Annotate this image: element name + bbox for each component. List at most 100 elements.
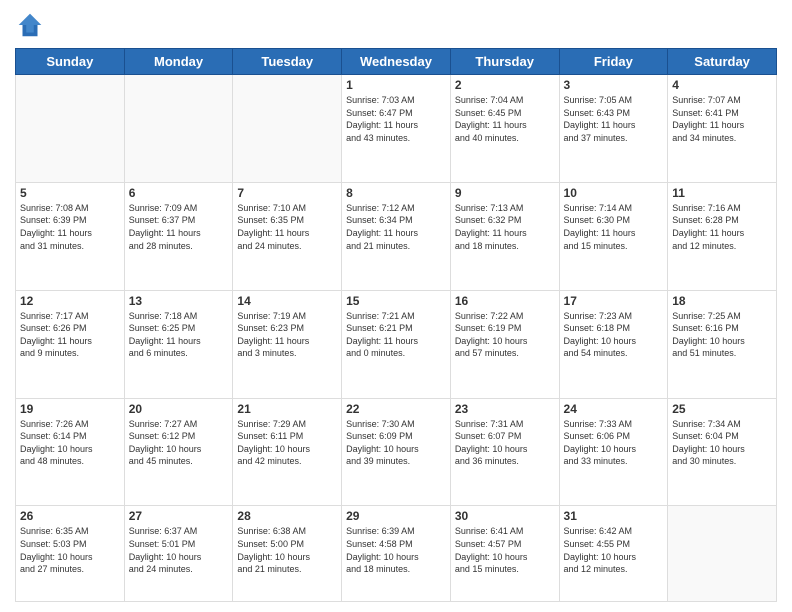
- calendar-day-4: 4 Sunrise: 7:07 AM Sunset: 6:41 PM Daylig…: [668, 75, 777, 183]
- day-info: Sunrise: 7:18 AM Sunset: 6:25 PM Dayligh…: [129, 310, 229, 360]
- calendar-header-row: SundayMondayTuesdayWednesdayThursdayFrid…: [16, 49, 777, 75]
- day-header-tuesday: Tuesday: [233, 49, 342, 75]
- day-info: Sunrise: 7:10 AM Sunset: 6:35 PM Dayligh…: [237, 202, 337, 252]
- day-info: Sunrise: 7:03 AM Sunset: 6:47 PM Dayligh…: [346, 94, 446, 144]
- day-number: 25: [672, 402, 772, 416]
- day-number: 14: [237, 294, 337, 308]
- day-header-sunday: Sunday: [16, 49, 125, 75]
- calendar-day-23: 23 Sunrise: 7:31 AM Sunset: 6:07 PM Dayli…: [450, 398, 559, 506]
- day-info: Sunrise: 6:38 AM Sunset: 5:00 PM Dayligh…: [237, 525, 337, 575]
- day-info: Sunrise: 7:12 AM Sunset: 6:34 PM Dayligh…: [346, 202, 446, 252]
- day-number: 3: [564, 78, 664, 92]
- calendar-day-28: 28 Sunrise: 6:38 AM Sunset: 5:00 PM Dayli…: [233, 506, 342, 602]
- day-info: Sunrise: 7:23 AM Sunset: 6:18 PM Dayligh…: [564, 310, 664, 360]
- calendar-day-15: 15 Sunrise: 7:21 AM Sunset: 6:21 PM Dayli…: [342, 290, 451, 398]
- day-info: Sunrise: 7:33 AM Sunset: 6:06 PM Dayligh…: [564, 418, 664, 468]
- calendar-day-10: 10 Sunrise: 7:14 AM Sunset: 6:30 PM Dayli…: [559, 182, 668, 290]
- calendar-empty-cell: [16, 75, 125, 183]
- calendar-day-31: 31Sunrise: 6:42 AM Sunset: 4:55 PM Dayli…: [559, 506, 668, 602]
- calendar-day-1: 1 Sunrise: 7:03 AM Sunset: 6:47 PM Daylig…: [342, 75, 451, 183]
- logo-icon: [15, 10, 45, 40]
- day-info: Sunrise: 7:34 AM Sunset: 6:04 PM Dayligh…: [672, 418, 772, 468]
- calendar-table: SundayMondayTuesdayWednesdayThursdayFrid…: [15, 48, 777, 602]
- calendar-day-20: 20 Sunrise: 7:27 AM Sunset: 6:12 PM Dayli…: [124, 398, 233, 506]
- day-info: Sunrise: 7:21 AM Sunset: 6:21 PM Dayligh…: [346, 310, 446, 360]
- day-info: Sunrise: 7:17 AM Sunset: 6:26 PM Dayligh…: [20, 310, 120, 360]
- day-number: 5: [20, 186, 120, 200]
- day-info: Sunrise: 7:13 AM Sunset: 6:32 PM Dayligh…: [455, 202, 555, 252]
- day-number: 24: [564, 402, 664, 416]
- day-number: 10: [564, 186, 664, 200]
- day-info: Sunrise: 7:16 AM Sunset: 6:28 PM Dayligh…: [672, 202, 772, 252]
- calendar-day-11: 11 Sunrise: 7:16 AM Sunset: 6:28 PM Dayli…: [668, 182, 777, 290]
- calendar-day-17: 17 Sunrise: 7:23 AM Sunset: 6:18 PM Dayli…: [559, 290, 668, 398]
- calendar-day-8: 8 Sunrise: 7:12 AM Sunset: 6:34 PM Daylig…: [342, 182, 451, 290]
- day-number: 4: [672, 78, 772, 92]
- calendar-day-7: 7Sunrise: 7:10 AM Sunset: 6:35 PM Daylig…: [233, 182, 342, 290]
- calendar-day-5: 5 Sunrise: 7:08 AM Sunset: 6:39 PM Daylig…: [16, 182, 125, 290]
- day-number: 11: [672, 186, 772, 200]
- day-info: Sunrise: 7:14 AM Sunset: 6:30 PM Dayligh…: [564, 202, 664, 252]
- day-info: Sunrise: 6:37 AM Sunset: 5:01 PM Dayligh…: [129, 525, 229, 575]
- day-info: Sunrise: 7:08 AM Sunset: 6:39 PM Dayligh…: [20, 202, 120, 252]
- day-info: Sunrise: 6:41 AM Sunset: 4:57 PM Dayligh…: [455, 525, 555, 575]
- day-info: Sunrise: 7:19 AM Sunset: 6:23 PM Dayligh…: [237, 310, 337, 360]
- day-number: 16: [455, 294, 555, 308]
- day-number: 27: [129, 509, 229, 523]
- calendar-day-26: 26Sunrise: 6:35 AM Sunset: 5:03 PM Dayli…: [16, 506, 125, 602]
- calendar-day-22: 22Sunrise: 7:30 AM Sunset: 6:09 PM Dayli…: [342, 398, 451, 506]
- day-number: 2: [455, 78, 555, 92]
- day-number: 12: [20, 294, 120, 308]
- calendar-day-3: 3 Sunrise: 7:05 AM Sunset: 6:43 PM Daylig…: [559, 75, 668, 183]
- calendar-week-4: 19Sunrise: 7:26 AM Sunset: 6:14 PM Dayli…: [16, 398, 777, 506]
- calendar-empty-cell: [233, 75, 342, 183]
- day-number: 30: [455, 509, 555, 523]
- calendar-week-5: 26Sunrise: 6:35 AM Sunset: 5:03 PM Dayli…: [16, 506, 777, 602]
- calendar-empty-cell: [668, 506, 777, 602]
- day-header-monday: Monday: [124, 49, 233, 75]
- day-number: 6: [129, 186, 229, 200]
- calendar-day-16: 16 Sunrise: 7:22 AM Sunset: 6:19 PM Dayli…: [450, 290, 559, 398]
- calendar-day-12: 12 Sunrise: 7:17 AM Sunset: 6:26 PM Dayli…: [16, 290, 125, 398]
- day-number: 31: [564, 509, 664, 523]
- day-info: Sunrise: 7:29 AM Sunset: 6:11 PM Dayligh…: [237, 418, 337, 468]
- day-number: 8: [346, 186, 446, 200]
- day-info: Sunrise: 7:31 AM Sunset: 6:07 PM Dayligh…: [455, 418, 555, 468]
- day-number: 1: [346, 78, 446, 92]
- calendar-week-1: 1 Sunrise: 7:03 AM Sunset: 6:47 PM Daylig…: [16, 75, 777, 183]
- calendar-day-14: 14 Sunrise: 7:19 AM Sunset: 6:23 PM Dayli…: [233, 290, 342, 398]
- calendar-week-3: 12 Sunrise: 7:17 AM Sunset: 6:26 PM Dayli…: [16, 290, 777, 398]
- calendar-day-21: 21 Sunrise: 7:29 AM Sunset: 6:11 PM Dayli…: [233, 398, 342, 506]
- calendar-day-2: 2Sunrise: 7:04 AM Sunset: 6:45 PM Daylig…: [450, 75, 559, 183]
- day-info: Sunrise: 7:25 AM Sunset: 6:16 PM Dayligh…: [672, 310, 772, 360]
- calendar-day-18: 18Sunrise: 7:25 AM Sunset: 6:16 PM Dayli…: [668, 290, 777, 398]
- day-info: Sunrise: 7:22 AM Sunset: 6:19 PM Dayligh…: [455, 310, 555, 360]
- header: [15, 10, 777, 40]
- calendar-day-19: 19Sunrise: 7:26 AM Sunset: 6:14 PM Dayli…: [16, 398, 125, 506]
- calendar-day-9: 9 Sunrise: 7:13 AM Sunset: 6:32 PM Daylig…: [450, 182, 559, 290]
- calendar-day-29: 29Sunrise: 6:39 AM Sunset: 4:58 PM Dayli…: [342, 506, 451, 602]
- day-info: Sunrise: 7:30 AM Sunset: 6:09 PM Dayligh…: [346, 418, 446, 468]
- day-number: 9: [455, 186, 555, 200]
- day-header-friday: Friday: [559, 49, 668, 75]
- calendar-day-25: 25 Sunrise: 7:34 AM Sunset: 6:04 PM Dayli…: [668, 398, 777, 506]
- day-info: Sunrise: 7:07 AM Sunset: 6:41 PM Dayligh…: [672, 94, 772, 144]
- logo: [15, 10, 49, 40]
- day-number: 15: [346, 294, 446, 308]
- day-header-saturday: Saturday: [668, 49, 777, 75]
- calendar-empty-cell: [124, 75, 233, 183]
- day-info: Sunrise: 7:27 AM Sunset: 6:12 PM Dayligh…: [129, 418, 229, 468]
- calendar-day-13: 13Sunrise: 7:18 AM Sunset: 6:25 PM Dayli…: [124, 290, 233, 398]
- calendar-day-24: 24 Sunrise: 7:33 AM Sunset: 6:06 PM Dayli…: [559, 398, 668, 506]
- day-number: 20: [129, 402, 229, 416]
- calendar-day-6: 6Sunrise: 7:09 AM Sunset: 6:37 PM Daylig…: [124, 182, 233, 290]
- day-number: 23: [455, 402, 555, 416]
- calendar-day-27: 27 Sunrise: 6:37 AM Sunset: 5:01 PM Dayli…: [124, 506, 233, 602]
- day-number: 26: [20, 509, 120, 523]
- day-number: 17: [564, 294, 664, 308]
- day-header-thursday: Thursday: [450, 49, 559, 75]
- day-number: 19: [20, 402, 120, 416]
- day-number: 28: [237, 509, 337, 523]
- day-number: 21: [237, 402, 337, 416]
- day-info: Sunrise: 7:05 AM Sunset: 6:43 PM Dayligh…: [564, 94, 664, 144]
